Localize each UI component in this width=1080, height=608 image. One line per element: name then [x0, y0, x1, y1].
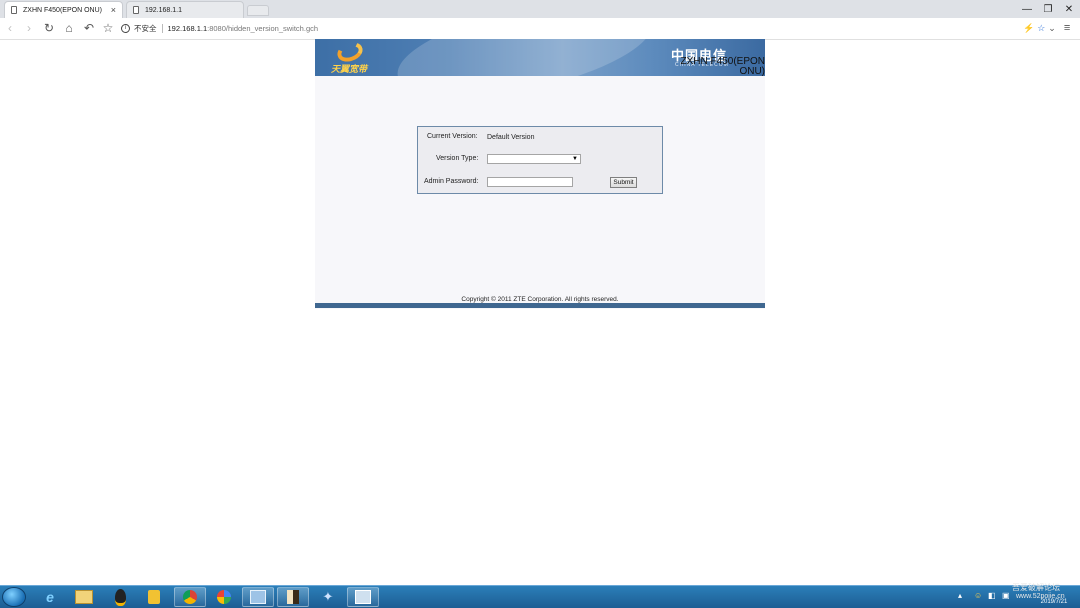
admin-password-label: Admin Password: [424, 178, 479, 185]
tab-router-login[interactable]: ZXHN F450(EPON ONU) × [4, 1, 123, 18]
start-button[interactable] [2, 587, 26, 607]
undo-icon[interactable]: ↶ [81, 20, 97, 36]
network-icon[interactable] [347, 587, 379, 607]
divider [161, 24, 163, 33]
search-app-icon[interactable] [138, 587, 170, 607]
ie-icon[interactable]: e [34, 587, 66, 607]
page-icon [133, 6, 139, 14]
chrome-icon[interactable] [174, 587, 206, 607]
info-icon[interactable]: i [121, 24, 130, 33]
tab-title: ZXHN F450(EPON ONU) [23, 6, 102, 14]
tab-strip: ZXHN F450(EPON ONU) × 192.168.1.1 — ❐ ✕ [0, 0, 1080, 18]
tool-icon[interactable] [242, 587, 274, 607]
watermark-text: 吾爱破解论坛 [1012, 583, 1060, 592]
tray-volume-icon[interactable]: ◧ [988, 591, 996, 600]
tray-network-icon[interactable]: ▣ [1002, 591, 1010, 600]
book-icon[interactable] [277, 587, 309, 607]
address-bar[interactable]: i 不安全 192.168.1.1 :8080/hidden_version_s… [121, 21, 318, 36]
watermark-url: www.52pojie.cn [1016, 593, 1065, 600]
url-host: 192.168.1.1 [167, 24, 208, 33]
close-window-button[interactable]: ✕ [1058, 1, 1080, 17]
url-path: :8080/hidden_version_switch.gch [207, 24, 319, 33]
security-label[interactable]: 不安全 [134, 23, 157, 34]
dropdown-arrow-icon: ▼ [572, 156, 578, 162]
windows-taskbar: e ✦ ▴ ☺ ◧ ▣ 2019/7/21 [0, 585, 1080, 608]
submit-button[interactable]: Submit [610, 177, 637, 188]
restore-button[interactable]: ❐ [1037, 1, 1059, 17]
tianyi-logo: 天翼宽带 [327, 39, 377, 74]
tianyi-logo-text: 天翼宽带 [331, 64, 368, 74]
tray-smile-icon[interactable]: ☺ [974, 591, 982, 600]
pin-icon[interactable]: ✦ [312, 587, 344, 607]
qq-icon[interactable] [104, 587, 136, 607]
back-button[interactable]: ‹ [2, 20, 18, 36]
tray-arrow-icon[interactable]: ▴ [958, 591, 962, 600]
model-title: ZXHN F450(EPON ONU) [680, 56, 765, 77]
tab-title: 192.168.1.1 [145, 6, 182, 14]
player-icon[interactable] [208, 587, 240, 607]
router-page: 天翼宽带 中国电信 CHINA TELECOM ZXHN F450(EPON O… [315, 39, 765, 309]
copyright-text: Copyright © 2011 ZTE Corporation. All ri… [461, 296, 619, 303]
chevron-down-icon[interactable]: ⌄ [1048, 23, 1056, 34]
version-switch-form: Current Version: Default Version Version… [417, 126, 663, 194]
forward-button[interactable]: › [21, 20, 37, 36]
folder-icon[interactable] [68, 587, 100, 607]
menu-icon[interactable]: ≡ [1064, 22, 1070, 34]
bookmark-star-icon[interactable]: ☆ [100, 20, 116, 36]
minimize-button[interactable]: — [1016, 1, 1038, 17]
tab-close-icon[interactable]: × [111, 5, 116, 15]
reload-button[interactable]: ↻ [41, 20, 57, 36]
browser-toolbar: ‹ › ↻ ⌂ ↶ ☆ i 不安全 192.168.1.1 :8080/hidd… [0, 18, 1080, 40]
new-tab-button[interactable] [247, 5, 269, 16]
star-icon[interactable]: ☆ [1037, 23, 1045, 34]
admin-password-input[interactable] [487, 177, 573, 187]
header-banner: 天翼宽带 中国电信 CHINA TELECOM ZXHN F450(EPON O… [315, 39, 765, 76]
version-type-label: Version Type: [436, 155, 479, 162]
page-icon [11, 6, 17, 14]
version-type-select[interactable]: ▼ [487, 154, 581, 164]
current-version-value: Default Version [487, 134, 535, 141]
toolbar-right-icons: ⚡ ☆ ⌄ ≡ [1023, 20, 1070, 36]
footer-bar [315, 303, 765, 308]
banner-decoration [389, 39, 661, 76]
current-version-label: Current Version: [427, 133, 478, 140]
tab-192-168-1-1[interactable]: 192.168.1.1 [126, 1, 244, 18]
lightning-icon[interactable]: ⚡ [1023, 23, 1034, 34]
home-button[interactable]: ⌂ [61, 20, 77, 36]
